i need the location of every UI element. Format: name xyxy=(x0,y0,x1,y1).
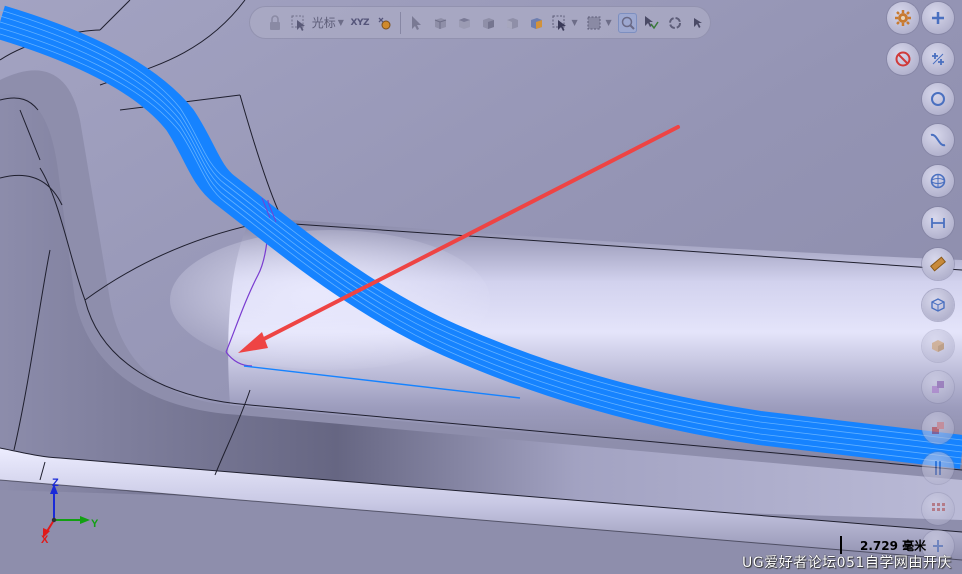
select-cursor-icon[interactable] xyxy=(289,13,309,33)
point-cross-icon[interactable] xyxy=(922,43,954,75)
view-shaded-icon[interactable] xyxy=(502,13,522,33)
select-box-icon[interactable] xyxy=(550,13,570,33)
curve-s-icon[interactable] xyxy=(922,124,954,156)
color-swatch-purple-icon[interactable] xyxy=(922,371,954,403)
plane-icon[interactable] xyxy=(922,452,954,484)
view-color-icon[interactable] xyxy=(526,13,546,33)
rotate-view-icon[interactable] xyxy=(665,13,685,33)
cursor-label[interactable]: 光标 xyxy=(312,14,336,31)
select-filter-icon[interactable] xyxy=(641,13,661,33)
arrow-pointer-icon[interactable] xyxy=(407,13,427,33)
sphere-icon[interactable] xyxy=(922,165,954,197)
watermark-text: UG爱好者论坛051自学网由开庆 xyxy=(742,555,952,571)
view-top-icon[interactable] xyxy=(454,13,474,33)
undo-select-icon[interactable] xyxy=(689,13,709,33)
plus-icon[interactable] xyxy=(922,2,954,34)
cube-solid-icon[interactable] xyxy=(922,330,954,362)
snap-point-icon[interactable] xyxy=(374,13,394,33)
no-entry-icon[interactable] xyxy=(887,43,919,75)
color-swatch-red-icon[interactable] xyxy=(922,412,954,444)
circle-icon[interactable] xyxy=(922,83,954,115)
box-mesh-icon[interactable] xyxy=(922,289,954,321)
lock-icon[interactable] xyxy=(265,13,285,33)
axis-x-label: X xyxy=(41,534,49,546)
cad-viewport[interactable]: Z Y X xyxy=(0,0,962,574)
zoom-fit-icon[interactable] xyxy=(617,12,638,33)
ruler-icon[interactable] xyxy=(922,248,954,280)
toolbar-separator xyxy=(399,11,401,34)
settings-icon[interactable] xyxy=(887,2,919,34)
chevron-down-icon[interactable]: ▼ xyxy=(571,18,577,27)
marquee-icon[interactable] xyxy=(584,13,604,33)
model-scene: Z Y X xyxy=(0,0,962,574)
axis-y-label: Y xyxy=(91,518,99,530)
chevron-down-icon[interactable]: ▼ xyxy=(605,18,611,27)
xyz-icon[interactable]: XYZ xyxy=(350,13,370,33)
view-front-icon[interactable] xyxy=(430,13,450,33)
top-toolbar: 光标 ▼ XYZ ▼ ▼ xyxy=(249,6,711,39)
xyz-label: XYZ xyxy=(350,17,370,28)
chevron-down-icon[interactable]: ▼ xyxy=(338,18,344,27)
view-iso-icon[interactable] xyxy=(478,13,498,33)
dimension-icon[interactable] xyxy=(922,207,954,239)
grid-dots-icon[interactable] xyxy=(922,493,954,525)
axis-z-label: Z xyxy=(52,477,59,489)
